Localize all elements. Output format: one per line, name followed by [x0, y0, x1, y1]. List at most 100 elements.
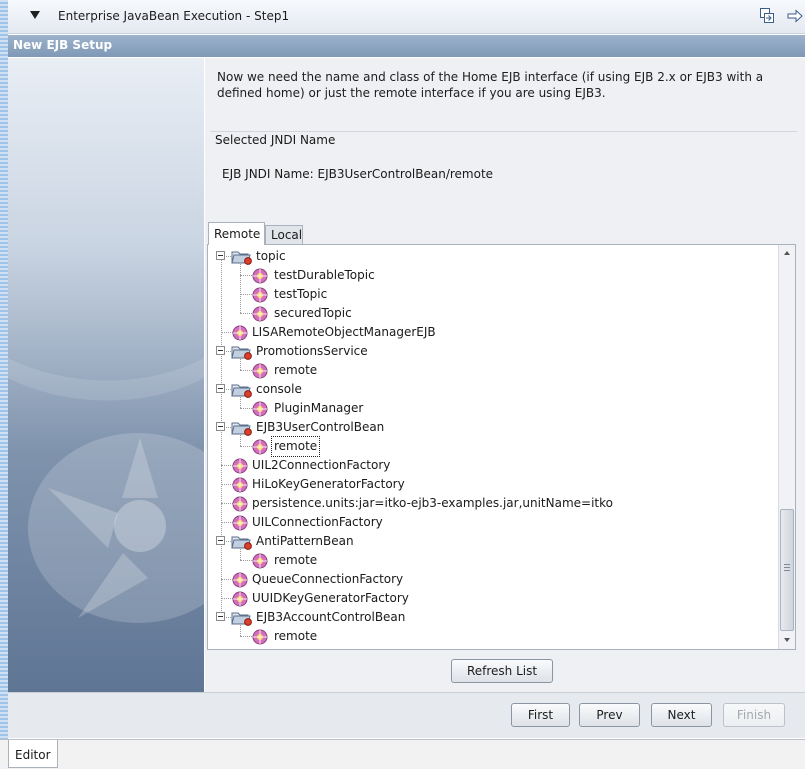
tree-connector-line [240, 275, 252, 276]
tree-collapse-icon[interactable] [216, 536, 225, 545]
tree-node-label: remote [274, 553, 318, 567]
tree-leaf-node[interactable]: UIL2ConnectionFactory [208, 456, 778, 475]
tree-node-label: UUIDKeyGeneratorFactory [252, 591, 409, 605]
triangle-down-icon[interactable] [30, 11, 40, 19]
ejb-folder-icon [231, 249, 253, 265]
ejb-bean-icon [232, 572, 248, 588]
tree-node-label: EJB3AccountControlBean [256, 610, 406, 624]
tree-connector-line [240, 446, 252, 447]
tree-leaf-node[interactable]: remote [208, 436, 778, 457]
left-edge-strip [0, 0, 8, 740]
ejb-bean-icon [252, 363, 268, 379]
refresh-list-button[interactable]: Refresh List [451, 659, 553, 683]
finish-button[interactable]: Finish [723, 703, 785, 727]
ejb-bean-icon [252, 629, 268, 645]
tree-folder-node[interactable]: topic [208, 247, 778, 266]
tree-leaf-node[interactable]: remote [208, 627, 778, 646]
tree-collapse-icon[interactable] [216, 251, 225, 260]
tree-leaf-node[interactable]: testTopic [208, 285, 778, 304]
ejb-bean-icon [252, 439, 268, 455]
tree-leaf-node[interactable]: remote [208, 361, 778, 380]
scroll-grip [784, 564, 790, 571]
jndi-name-value: EJB JNDI Name: EJB3UserControlBean/remot… [222, 167, 494, 181]
tree-node-label: persistence.units:jar=itko-ejb3-examples… [252, 496, 613, 510]
tree-collapse-icon[interactable] [216, 422, 225, 431]
tree-collapse-icon[interactable] [216, 346, 225, 355]
ejb-bean-icon [252, 306, 268, 322]
tree-node-label: AntiPatternBean [256, 534, 354, 548]
tree-connector-line [240, 408, 252, 409]
ejb-bean-icon [232, 477, 248, 493]
ejb-bean-icon [232, 325, 248, 341]
tree-node-label: topic [256, 249, 286, 263]
section-title: New EJB Setup [13, 38, 113, 52]
tree-collapse-icon[interactable] [216, 612, 225, 621]
wizard-button-bar: First Prev Next Finish [8, 692, 805, 738]
tree-connector-line [240, 560, 252, 561]
tree-collapse-icon[interactable] [216, 384, 225, 393]
tree-leaf-node[interactable]: PluginManager [208, 399, 778, 418]
ejb-folder-icon [231, 382, 253, 398]
tab-local[interactable]: Local [265, 225, 303, 244]
editor-tab-strip: Editor [0, 739, 805, 769]
arrow-right-icon[interactable] [787, 9, 803, 23]
tree-leaf-node[interactable]: securedTopic [208, 304, 778, 323]
tree-node-label: PluginManager [274, 401, 364, 415]
section-header: New EJB Setup [8, 35, 805, 57]
ejb-folder-icon [231, 610, 253, 626]
first-button[interactable]: First [511, 703, 570, 727]
selected-jndi-group: Selected JNDI Name EJB JNDI Name: EJB3Us… [210, 131, 797, 205]
tree-scrollbar[interactable] [778, 245, 795, 649]
tree-folder-node[interactable]: EJB3UserControlBean [208, 418, 778, 437]
tree-node-label: PromotionsService [256, 344, 368, 358]
tree-leaf-node[interactable]: remote [208, 551, 778, 570]
tree-node-label: console [256, 382, 302, 396]
tree-leaf-node[interactable]: LISARemoteObjectManagerEJB [208, 323, 778, 342]
tree-leaf-node[interactable]: testDurableTopic [208, 266, 778, 285]
title-bar: Enterprise JavaBean Execution - Step1 [8, 0, 805, 34]
tree-leaf-node[interactable]: UUIDKeyGeneratorFactory [208, 589, 778, 608]
ejb-bean-icon [252, 268, 268, 284]
tree-node-label: testDurableTopic [274, 268, 375, 282]
selected-jndi-label: Selected JNDI Name [215, 133, 340, 147]
next-button[interactable]: Next [651, 703, 712, 727]
tree-folder-node[interactable]: EJB3AccountControlBean [208, 608, 778, 627]
ejb-bean-icon [252, 287, 268, 303]
tree-folder-node[interactable]: PromotionsService [208, 342, 778, 361]
restore-window-icon[interactable] [760, 8, 774, 23]
tab-remote[interactable]: Remote [208, 222, 265, 245]
main-panel: Now we need the name and class of the Ho… [205, 58, 805, 692]
tree-folder-node[interactable]: console [208, 380, 778, 399]
tree-connector-line [240, 294, 252, 295]
tree-connector-line [240, 313, 252, 314]
jndi-tree-panel: topic testDurableTopic testTopic securedTop… [207, 244, 796, 650]
tree-node-label: securedTopic [274, 306, 352, 320]
ejb-bean-icon [252, 401, 268, 417]
window-title: Enterprise JavaBean Execution - Step1 [58, 9, 290, 23]
tree-node-label: remote [270, 436, 321, 457]
ejb-bean-icon [252, 553, 268, 569]
ejb-bean-icon [232, 591, 248, 607]
tree-node-label: EJB3UserControlBean [256, 420, 385, 434]
tree-node-label: UIL2ConnectionFactory [252, 458, 391, 472]
tree-node-label: HiLoKeyGeneratorFactory [252, 477, 405, 491]
tree-folder-node[interactable]: AntiPatternBean [208, 532, 778, 551]
jndi-tree[interactable]: topic testDurableTopic testTopic securedTop… [208, 245, 778, 649]
ejb-folder-icon [231, 534, 253, 550]
tree-leaf-node[interactable]: QueueConnectionFactory [208, 570, 778, 589]
scroll-down-arrow-icon[interactable] [784, 638, 790, 642]
sidebar-artwork [8, 58, 204, 692]
tree-node-label: remote [274, 629, 318, 643]
scroll-thumb[interactable] [780, 509, 794, 631]
tree-leaf-node[interactable]: HiLoKeyGeneratorFactory [208, 475, 778, 494]
tree-leaf-node[interactable]: UILConnectionFactory [208, 513, 778, 532]
tab-editor[interactable]: Editor [8, 740, 58, 768]
ejb-bean-icon [232, 458, 248, 474]
prev-button[interactable]: Prev [579, 703, 640, 727]
ejb-bean-icon [232, 515, 248, 531]
tree-connector-line [240, 370, 252, 371]
scroll-up-arrow-icon[interactable] [784, 251, 790, 255]
tree-node-label: LISARemoteObjectManagerEJB [252, 325, 436, 339]
ejb-folder-icon [231, 420, 253, 436]
tree-leaf-node[interactable]: persistence.units:jar=itko-ejb3-examples… [208, 494, 778, 513]
